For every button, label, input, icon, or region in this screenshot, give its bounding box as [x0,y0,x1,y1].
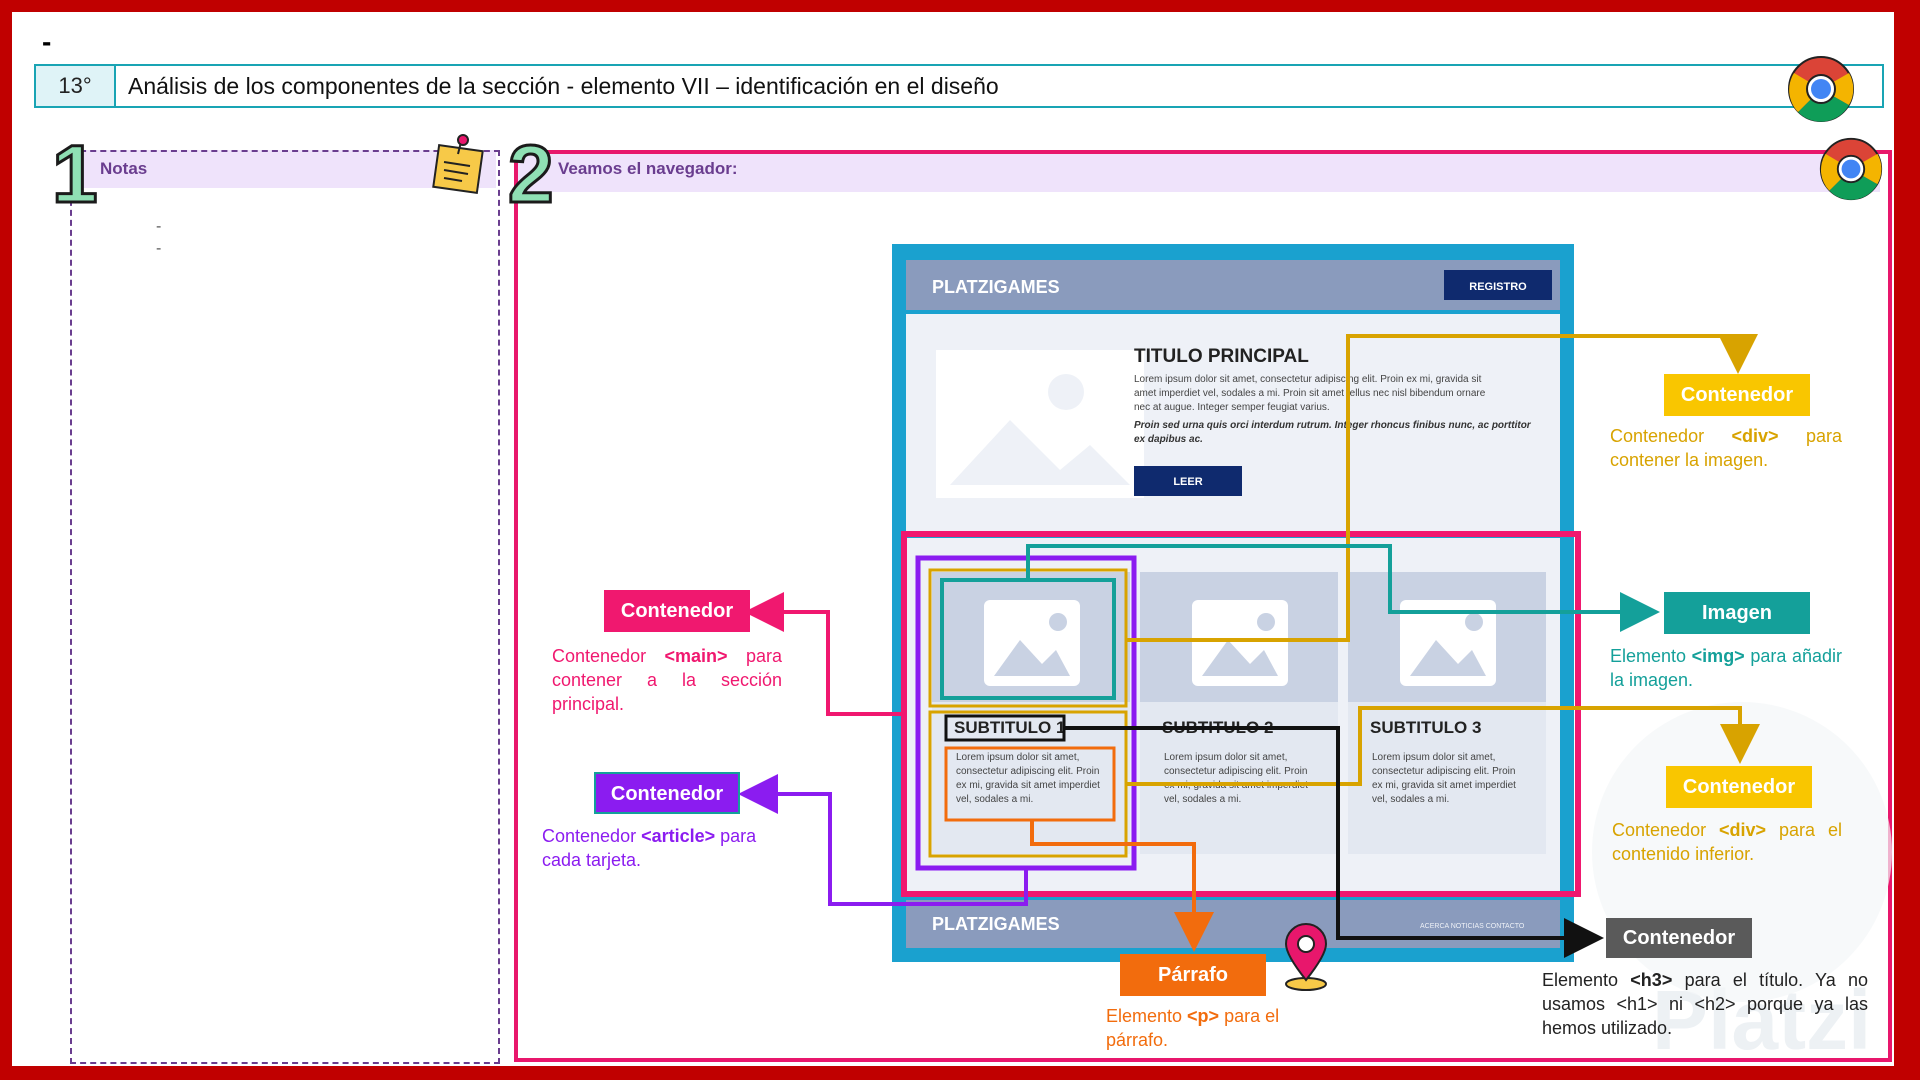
article-label: Contenedor [594,772,740,814]
card-text: vel, sodales a mi. [1372,794,1449,805]
card-text: consectetur adipiscing elit. Proin [956,766,1099,777]
location-pin-icon [1284,923,1328,991]
slide-frame: - 13° Análisis de los componentes de la … [12,12,1894,1066]
layout-diagram: PLATZIGAMES REGISTRO TITULO PRINCIPAL Lo… [738,244,1760,991]
hero-lorem: Lorem ipsum dolor sit amet, consectetur … [1134,374,1482,385]
div-bottom-label: Contenedor [1666,766,1812,808]
div-image-label: Contenedor [1664,374,1810,416]
card-text: Lorem ipsum dolor sit amet, [956,752,1079,763]
read-button-label: LEER [1173,476,1202,488]
img-label: Imagen [1664,592,1810,634]
card-subtitle: SUBTITULO 3 [1370,718,1481,737]
p-label: Párrafo [1120,954,1266,996]
p-description: Elemento <p> para el párrafo. [1106,1006,1280,1050]
h3-label: Contenedor [1606,918,1752,958]
card-text: Lorem ipsum dolor sit amet, [1372,752,1495,763]
footer-links: ACERCA NOTICIAS CONTACTO [1420,923,1525,930]
hero-lorem: nec at augue. Integer semper feugiat var… [1134,402,1330,413]
hero-lorem-italic: Proin sed urna quis orci interdum rutrum… [1134,420,1532,431]
card-text: ex mi, gravida sit amet imperdiet [956,780,1100,791]
div-bottom-description: Contenedor <div> para el contenido infer… [1612,820,1842,864]
hero-lorem-italic: ex dapibus ac. [1134,434,1203,445]
hero-lorem: amet imperdiet vel, sodales a mi. Proin … [1134,388,1486,399]
footer-brand: PLATZIGAMES [932,914,1060,934]
mockup-brand: PLATZIGAMES [932,277,1060,297]
main-label: Contenedor [604,590,750,632]
card-text: Lorem ipsum dolor sit amet, [1164,752,1287,763]
main-title: TITULO PRINCIPAL [1134,346,1309,367]
h3-description: Elemento <h3> para el título. Ya no usam… [1542,970,1868,1038]
card-text: ex mi, gravida sit amet imperdiet [1372,780,1516,791]
card-subtitle: SUBTITULO 1 [954,718,1065,737]
card-text: consectetur adipiscing elit. Proin [1372,766,1515,777]
main-description: Contenedor <main> para contener a la sec… [552,646,782,714]
card-text: consectetur adipiscing elit. Proin [1164,766,1307,777]
card-text: vel, sodales a mi. [1164,794,1241,805]
article-description: Contenedor <article> para cada tarjeta. [542,826,757,870]
card-text: vel, sodales a mi. [956,794,1033,805]
img-description: Elemento <img> para añadir la imagen. [1610,646,1842,690]
div-image-description: Contenedor <div> para contener la imagen… [1610,426,1842,470]
register-button-label: REGISTRO [1469,281,1527,293]
